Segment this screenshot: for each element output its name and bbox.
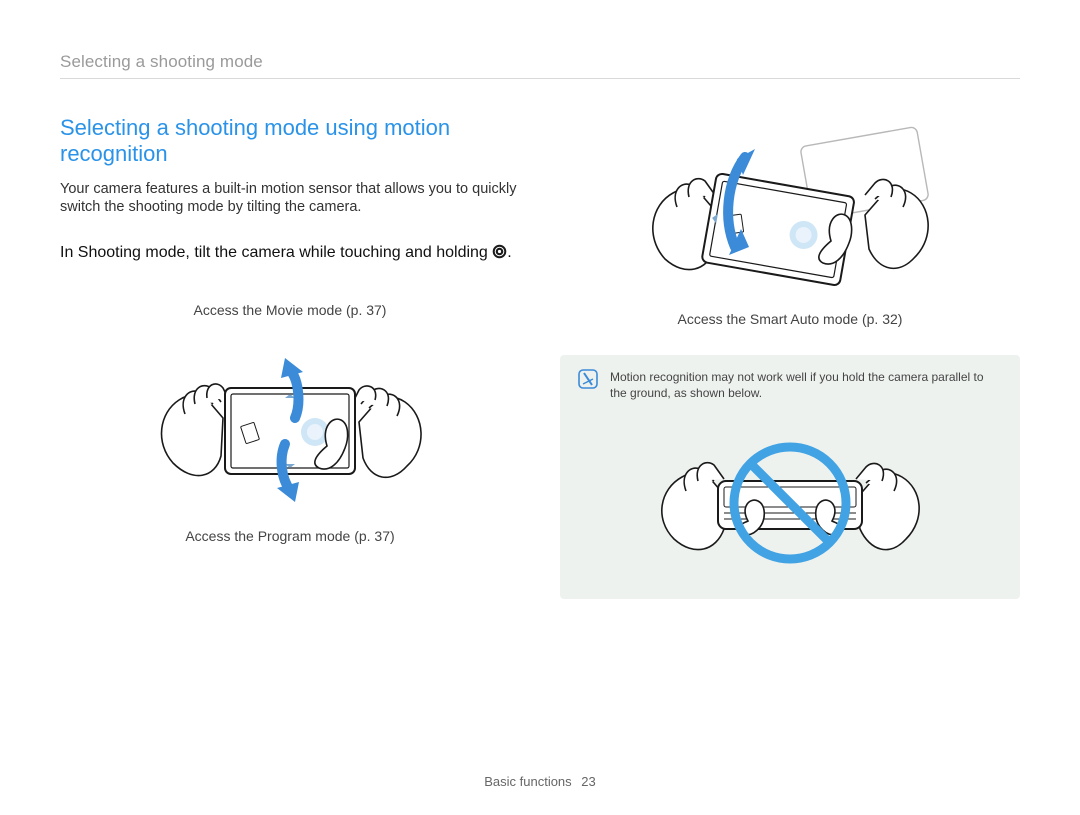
footer-page-number: 23: [581, 774, 595, 789]
illustration-tilt-lateral: [560, 107, 1020, 307]
instruction-text: In Shooting mode, tilt the camera while …: [60, 243, 520, 266]
manual-page: Selecting a shooting mode Selecting a sh…: [0, 0, 1080, 815]
column-right: Access the Smart Auto mode (p. 32) Motio…: [560, 115, 1020, 599]
page-footer: Basic functions 23: [0, 774, 1080, 789]
target-icon: [492, 244, 507, 266]
section-heading: Selecting a shooting mode using motion r…: [60, 115, 520, 168]
footer-section-label: Basic functions: [484, 774, 571, 789]
column-left: Selecting a shooting mode using motion r…: [60, 115, 520, 599]
instruction-text-pre: In Shooting mode, tilt the camera while …: [60, 244, 488, 261]
caption-program-mode: Access the Program mode (p. 37): [60, 528, 520, 544]
illustration-parallel-ground: [578, 411, 1002, 581]
header-rule: [60, 78, 1020, 79]
caption-smart-auto-mode: Access the Smart Auto mode (p. 32): [560, 311, 1020, 327]
note-text: Motion recognition may not work well if …: [610, 369, 1002, 401]
illustration-tilt-vertical: [60, 318, 520, 528]
intro-paragraph: Your camera features a built-in motion s…: [60, 180, 520, 217]
caption-movie-mode: Access the Movie mode (p. 37): [60, 302, 520, 318]
running-head: Selecting a shooting mode: [60, 52, 1020, 72]
instruction-text-post: .: [507, 244, 511, 261]
note-icon: [578, 369, 598, 394]
two-column-layout: Selecting a shooting mode using motion r…: [60, 115, 1020, 599]
note-box: Motion recognition may not work well if …: [560, 355, 1020, 599]
